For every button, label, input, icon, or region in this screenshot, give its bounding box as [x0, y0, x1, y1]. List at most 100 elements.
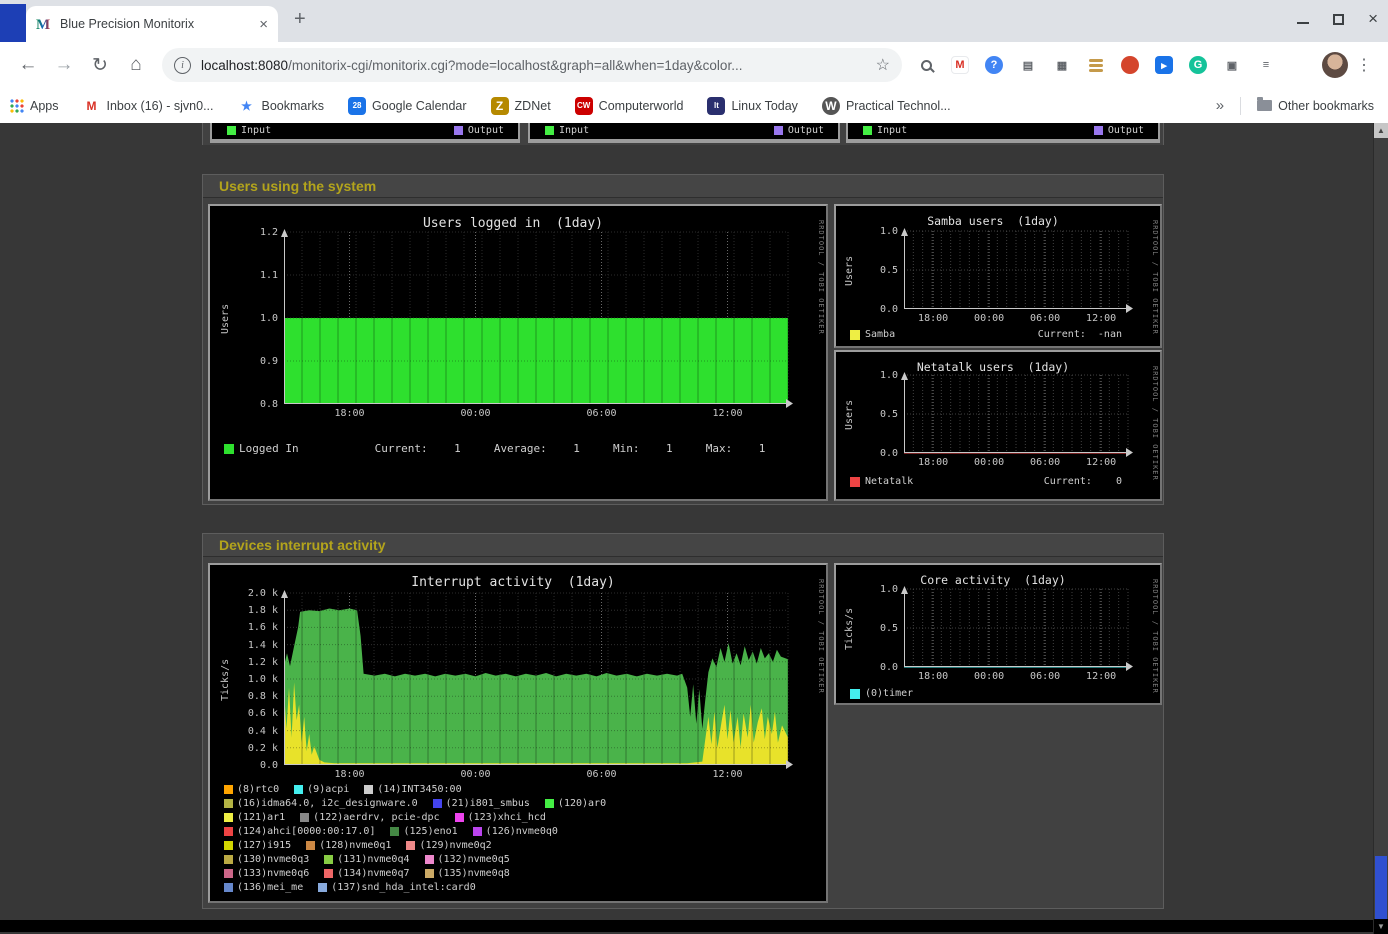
y-tick-label: 0.0	[854, 448, 898, 459]
core-chart-plot[interactable]	[904, 589, 1128, 667]
browser-tab[interactable]: M Blue Precision Monitorix ×	[26, 6, 278, 42]
bookmark-label: Google Calendar	[372, 99, 467, 113]
window-maximize-button[interactable]	[1333, 14, 1344, 25]
address-bar[interactable]: i localhost:8080/monitorix-cgi/monitorix…	[162, 48, 902, 82]
meet-extension-icon[interactable]: ▸	[1152, 53, 1176, 77]
samba-graph-panel[interactable]: Samba users (1day) Users Samba Current: …	[834, 204, 1162, 348]
x-tick-label: 12:00	[1081, 313, 1121, 324]
netatalk-chart-plot[interactable]	[904, 375, 1128, 453]
y-tick-label: 0.4 k	[234, 726, 278, 737]
legend-entry: (14)INT3450:00	[364, 784, 461, 795]
rrdtool-watermark: RRDTOOL / TOBI OETIKER	[1151, 579, 1159, 694]
copy-extension-icon[interactable]: ▤	[1016, 53, 1040, 77]
interrupt-chart-plot[interactable]	[284, 593, 788, 765]
bookmark-item[interactable]: ltLinux Today	[707, 97, 798, 115]
browser-toolbar: ← → ↻ ⌂ i localhost:8080/monitorix-cgi/m…	[0, 42, 1388, 88]
legend-label: (121)ar1	[237, 812, 285, 823]
search-glass-shape	[921, 60, 932, 71]
users-chart-plot[interactable]	[284, 232, 788, 404]
search-extension-icon[interactable]	[914, 53, 938, 77]
legend-label: (132)nvme0q5	[438, 854, 510, 865]
legend-entry: (126)nvme0q0	[473, 826, 558, 837]
scrollbar-thumb[interactable]	[1375, 856, 1387, 919]
legend-entry: (16)idma64.0, i2c_designware.0	[224, 798, 418, 809]
x-tick-label: 12:00	[708, 408, 748, 419]
pocket-extension-icon[interactable]	[1118, 53, 1142, 77]
cutoff-graph-panel[interactable]: Input Output	[528, 123, 840, 143]
legend-color-swatch	[224, 855, 233, 864]
legend-stats: Current: -nan	[1038, 329, 1122, 340]
home-button[interactable]: ⌂	[118, 54, 154, 76]
legend-entry: (9)acpi	[294, 784, 349, 795]
legend-stats: Current: 1 Average: 1 Min: 1 Max: 1	[375, 442, 766, 455]
bookmark-star-icon[interactable]: ☆	[876, 55, 890, 75]
new-tab-button[interactable]: +	[294, 8, 306, 31]
chart-legend: Logged In Current: 1 Average: 1 Min: 1 M…	[224, 442, 765, 455]
forward-button[interactable]: →	[46, 54, 82, 76]
url-path: /monitorix-cgi/monitorix.cgi?mode=localh…	[288, 58, 742, 73]
notes-extension-icon[interactable]: ▦	[1050, 53, 1074, 77]
back-button[interactable]: ←	[10, 54, 46, 76]
interrupt-graph-panel[interactable]: Interrupt activity (1day) Ticks/s (8)rtc…	[208, 563, 828, 903]
meet-extension-icon-glyph: ▸	[1155, 56, 1173, 74]
legend-entry: (129)nvme0q2	[406, 840, 491, 851]
cutoff-graph-panel[interactable]: Input Output	[210, 123, 520, 143]
y-tick-label: 1.0 k	[234, 674, 278, 685]
bookmark-item[interactable]: ★Bookmarks	[238, 97, 325, 115]
legend-entry: (128)nvme0q1	[306, 840, 391, 851]
y-tick-label: 1.0	[854, 226, 898, 237]
legend-label: (9)acpi	[307, 784, 349, 795]
grammarly-extension-icon[interactable]: G	[1186, 53, 1210, 77]
bookmark-items: Apps MInbox (16) - sjvn0... ★Bookmarks 28Go…	[10, 97, 951, 115]
window-minimize-button[interactable]	[1297, 15, 1309, 24]
chart-legend: (0)timer	[850, 688, 913, 699]
browser-menu-icon[interactable]: ⋮	[1356, 55, 1372, 75]
help-extension-icon[interactable]: ?	[982, 53, 1006, 77]
scrollbar-up-arrow-icon[interactable]: ▲	[1374, 123, 1388, 138]
scrollbar-down-arrow-icon[interactable]: ▼	[1374, 919, 1388, 934]
legend-color-swatch	[433, 799, 442, 808]
cutoff-graphs-row: Input Output Input Output Input Output	[202, 123, 1164, 145]
x-tick-label: 18:00	[330, 408, 370, 419]
monitorix-favicon-icon: M	[36, 16, 52, 32]
window-close-button[interactable]: ×	[1368, 12, 1378, 26]
users-graph-panel[interactable]: Users logged in (1day) Users Logged In C…	[208, 204, 828, 501]
bookmarks-overflow-chevron[interactable]: »	[1216, 97, 1224, 114]
samba-chart-plot[interactable]	[904, 231, 1128, 309]
database-extension-icon[interactable]	[1084, 53, 1108, 77]
core-graph-panel[interactable]: Core activity (1day) Ticks/s (0)timer RR…	[834, 563, 1162, 705]
section-header: Users using the system	[203, 175, 1163, 198]
bookmark-item[interactable]: MInbox (16) - sjvn0...	[83, 97, 214, 115]
tab-close-icon[interactable]: ×	[259, 16, 268, 33]
legend-color-swatch	[454, 126, 463, 135]
pocket-extension-icon-glyph	[1121, 56, 1139, 74]
netatalk-graph-panel[interactable]: Netatalk users (1day) Users Netatalk Cur…	[834, 350, 1162, 501]
rrdtool-watermark: RRDTOOL / TOBI OETIKER	[817, 220, 825, 335]
bookmark-item[interactable]: 28Google Calendar	[348, 97, 467, 115]
legend-label: Input	[559, 125, 589, 136]
cutoff-graph-panel[interactable]: Input Output	[846, 123, 1160, 143]
x-tick-label: 00:00	[456, 769, 496, 780]
profile-avatar[interactable]	[1322, 52, 1348, 78]
other-bookmarks-button[interactable]: Other bookmarks	[1257, 99, 1374, 113]
y-tick-label: 0.8	[234, 399, 278, 410]
legend-color-swatch	[850, 477, 860, 487]
legend-row: (16)idma64.0, i2c_designware.0(21)i801_s…	[224, 797, 818, 810]
browser-window: M Blue Precision Monitorix × + × ← → ↻ ⌂…	[0, 0, 1388, 934]
bookmark-item[interactable]: Apps	[10, 99, 59, 113]
bookmark-item[interactable]: CWComputerworld	[575, 97, 684, 115]
legend-label: Input	[241, 125, 271, 136]
reload-button[interactable]: ↻	[82, 54, 118, 77]
legend-color-swatch	[224, 799, 233, 808]
y-tick-label: 0.5	[854, 409, 898, 420]
bookmark-item[interactable]: ZZDNet	[491, 97, 551, 115]
page-info-icon[interactable]: i	[174, 57, 191, 74]
bookmark-item[interactable]: WPractical Technol...	[822, 97, 951, 115]
scrollbar[interactable]: ▲ ▼	[1373, 123, 1388, 934]
window-corner-accent	[0, 4, 26, 42]
puzzle-extension-icon[interactable]: ▣	[1220, 53, 1244, 77]
gmail-extension-icon[interactable]: M	[948, 53, 972, 77]
legend-row: (133)nvme0q6(134)nvme0q7(135)nvme0q8	[224, 867, 818, 880]
rrdtool-watermark: RRDTOOL / TOBI OETIKER	[1151, 366, 1159, 481]
reading-list-extension-icon[interactable]: ≡	[1254, 53, 1278, 77]
